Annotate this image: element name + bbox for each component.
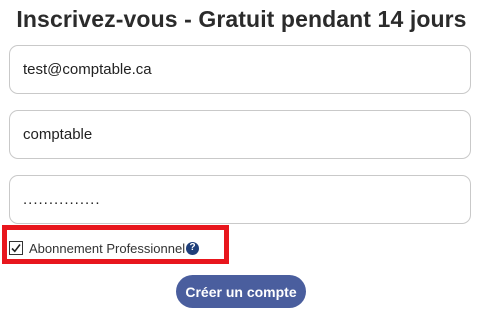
page-title: Inscrivez-vous - Gratuit pendant 14 jour… [16,6,467,32]
password-field[interactable] [9,175,471,224]
checkmark-icon [11,244,21,253]
subscription-label: Abonnement Professionnel [29,240,186,256]
create-account-button[interactable]: Créer un compte [176,275,306,308]
company-field[interactable] [9,110,471,159]
subscription-checkbox[interactable] [9,241,23,255]
email-field[interactable] [9,45,471,94]
subscription-option[interactable]: Abonnement Professionnel ? [9,239,200,257]
question-circle-icon[interactable]: ? [186,241,200,255]
